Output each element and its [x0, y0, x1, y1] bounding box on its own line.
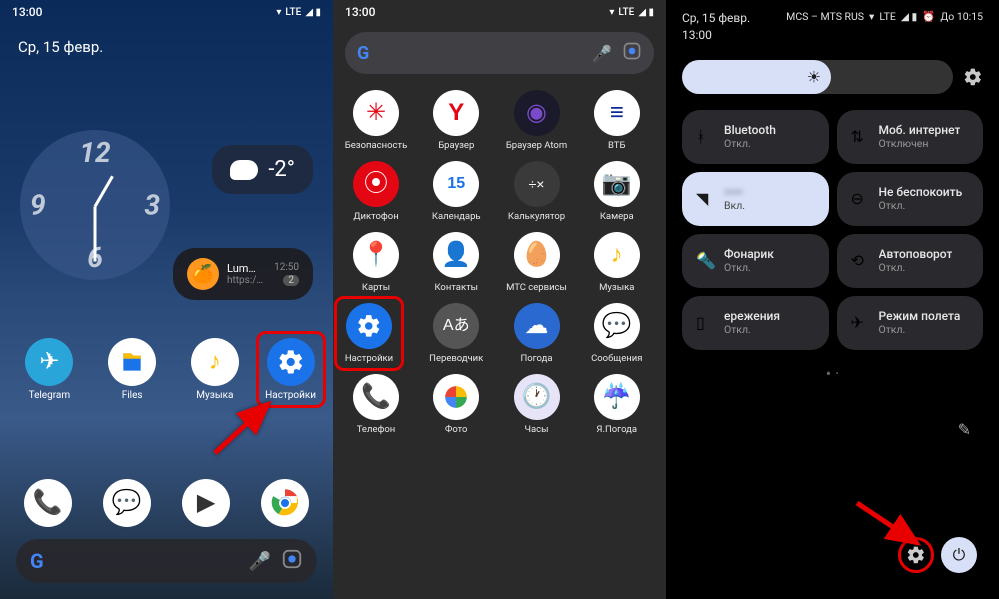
notification-chip[interactable]: 🍊 Lum… https:/… 12:50 2 — [173, 248, 313, 300]
notif-time: 12:50 — [274, 262, 299, 273]
app-security[interactable]: ✳Безопасность — [341, 90, 411, 151]
app-recorder[interactable]: ⦿Диктофон — [341, 161, 411, 222]
google-logo-icon: G — [357, 43, 369, 64]
app-maps[interactable]: 📍Карты — [341, 232, 411, 293]
qs-header: Ср, 15 февр. 13:00 MCS – MTS RUS ▾LTE◢ ▮… — [666, 0, 999, 50]
qs-time: 13:00 — [682, 27, 750, 44]
app-camera[interactable]: 📷Камера — [582, 161, 652, 222]
clock-9: 9 — [30, 189, 46, 222]
tile-autorotate[interactable]: ⟲АвтоповоротОткл. — [837, 234, 984, 288]
alarm-time: До 10:15 — [940, 10, 983, 23]
app-vtb[interactable]: ≡ВТБ — [582, 90, 652, 151]
quick-settings-panel: Ср, 15 февр. 13:00 MCS – MTS RUS ▾LTE◢ ▮… — [666, 0, 999, 599]
dock-chrome[interactable] — [250, 479, 320, 527]
app-phone[interactable]: 📞Телефон — [341, 374, 411, 435]
data-icon: ⇅ — [851, 127, 869, 146]
tile-mobile-data[interactable]: ⇅Моб. интернетОтключен — [837, 110, 984, 164]
display-settings-icon[interactable] — [963, 67, 983, 87]
app-mts[interactable]: 🥚МТС сервисы — [502, 232, 572, 293]
bluetooth-icon: ᚼ — [696, 127, 714, 146]
qs-tiles: ᚼBluetoothОткл. ⇅Моб. интернетОтключен ◥… — [666, 104, 999, 356]
app-photos[interactable]: Фото — [421, 374, 491, 435]
app-row: ✈ Telegram Files ♪ Музыка Настройки — [0, 338, 333, 401]
app-browser[interactable]: YБраузер — [421, 90, 491, 151]
notif-count: 2 — [283, 275, 299, 286]
clock-3: 3 — [144, 189, 160, 222]
brightness-icon: ☀ — [807, 67, 821, 86]
tile-bluetooth[interactable]: ᚼBluetoothОткл. — [682, 110, 829, 164]
status-time: 13:00 — [345, 5, 375, 19]
homescreen-panel: 13:00 ▾ LTE ◢ ▮ Ср, 15 февр. 12 3 6 9 -2… — [0, 0, 333, 599]
app-grid: ✳Безопасность YБраузер ◉Браузер Atom ≡ВТ… — [333, 82, 666, 443]
tile-dnd[interactable]: ⊖Не беспокоитьОткл. — [837, 172, 984, 226]
flashlight-icon: 🔦 — [696, 251, 714, 270]
carrier: MCS – MTS RUS — [786, 10, 864, 23]
page-indicator: • · — [666, 356, 999, 391]
dock: 📞 💬 ▶ — [0, 479, 333, 527]
orange-icon: 🍊 — [187, 258, 219, 290]
app-settings-highlighted[interactable]: Настройки — [256, 331, 326, 408]
brightness-slider[interactable]: ☀ — [682, 60, 983, 94]
alarm-icon: ⏰ — [922, 10, 935, 23]
tile-battery-saver[interactable]: ▯ереженияОткл. — [682, 296, 829, 350]
dock-phone[interactable]: 📞 — [13, 479, 83, 527]
status-icons: ▾ LTE ◢ ▮ — [609, 7, 654, 18]
app-calendar[interactable]: 15Календарь — [421, 161, 491, 222]
cloud-icon — [230, 160, 258, 180]
clock-12: 12 — [79, 136, 110, 169]
hour-hand — [94, 175, 114, 207]
drawer-search[interactable]: G 🎤 — [345, 32, 654, 74]
power-button[interactable]: ⏻ — [941, 537, 977, 573]
minute-hand — [94, 207, 97, 262]
google-logo-icon: G — [30, 549, 44, 573]
mic-icon[interactable]: 🎤 — [592, 44, 612, 63]
rotate-icon: ⟲ — [851, 251, 869, 270]
app-telegram[interactable]: ✈ Telegram — [14, 338, 84, 401]
battery-icon: ▯ — [696, 313, 714, 332]
airplane-icon: ✈ — [851, 313, 869, 332]
app-yaweather[interactable]: ☔Я.Погода — [582, 374, 652, 435]
app-translate[interactable]: AあПереводчик — [421, 303, 491, 364]
annotation-arrow — [852, 498, 932, 562]
mic-icon[interactable]: 🎤 — [249, 551, 271, 572]
tile-wifi[interactable]: ◥——Вкл. — [682, 172, 829, 226]
date-widget[interactable]: Ср, 15 февр. — [0, 24, 333, 62]
app-messages[interactable]: 💬Сообщения — [582, 303, 652, 364]
wifi-icon: ◥ — [696, 189, 714, 208]
google-search-bar[interactable]: G 🎤 — [16, 539, 317, 583]
dock-playstore[interactable]: ▶ — [171, 479, 241, 527]
app-music[interactable]: ♪ Музыка — [180, 338, 250, 401]
dnd-icon: ⊖ — [851, 189, 869, 208]
status-icons: ▾ LTE ◢ ▮ — [276, 7, 321, 18]
app-calculator[interactable]: ÷×Калькулятор — [502, 161, 572, 222]
app-drawer-panel: 13:00 ▾ LTE ◢ ▮ G 🎤 ✳Безопасность YБрауз… — [333, 0, 666, 599]
dock-messages[interactable]: 💬 — [92, 479, 162, 527]
app-clock[interactable]: 🕐Часы — [502, 374, 572, 435]
tile-flashlight[interactable]: 🔦ФонарикОткл. — [682, 234, 829, 288]
lens-icon[interactable] — [281, 548, 303, 574]
weather-widget[interactable]: -2° — [212, 145, 313, 194]
app-files[interactable]: Files — [97, 338, 167, 401]
notif-url: https:/… — [227, 275, 266, 286]
app-settings-highlighted[interactable]: Настройки — [334, 296, 404, 371]
lens-icon[interactable] — [622, 41, 642, 65]
temperature: -2° — [268, 157, 295, 182]
app-contacts[interactable]: 👤Контакты — [421, 232, 491, 293]
qs-date: Ср, 15 февр. — [682, 10, 750, 27]
app-atom[interactable]: ◉Браузер Atom — [502, 90, 572, 151]
app-music2[interactable]: ♪Музыка — [582, 232, 652, 293]
status-bar: 13:00 ▾ LTE ◢ ▮ — [333, 0, 666, 24]
status-time: 13:00 — [12, 5, 42, 19]
app-weather[interactable]: ☁Погода — [502, 303, 572, 364]
notif-title: Lum… — [227, 262, 266, 275]
tile-airplane[interactable]: ✈Режим полетаОткл. — [837, 296, 984, 350]
status-bar: 13:00 ▾ LTE ◢ ▮ — [0, 0, 333, 24]
clock-widget[interactable]: 12 3 6 9 — [20, 130, 170, 280]
annotation-arrow — [210, 398, 280, 462]
edit-tiles-icon[interactable]: ✎ — [958, 420, 971, 439]
